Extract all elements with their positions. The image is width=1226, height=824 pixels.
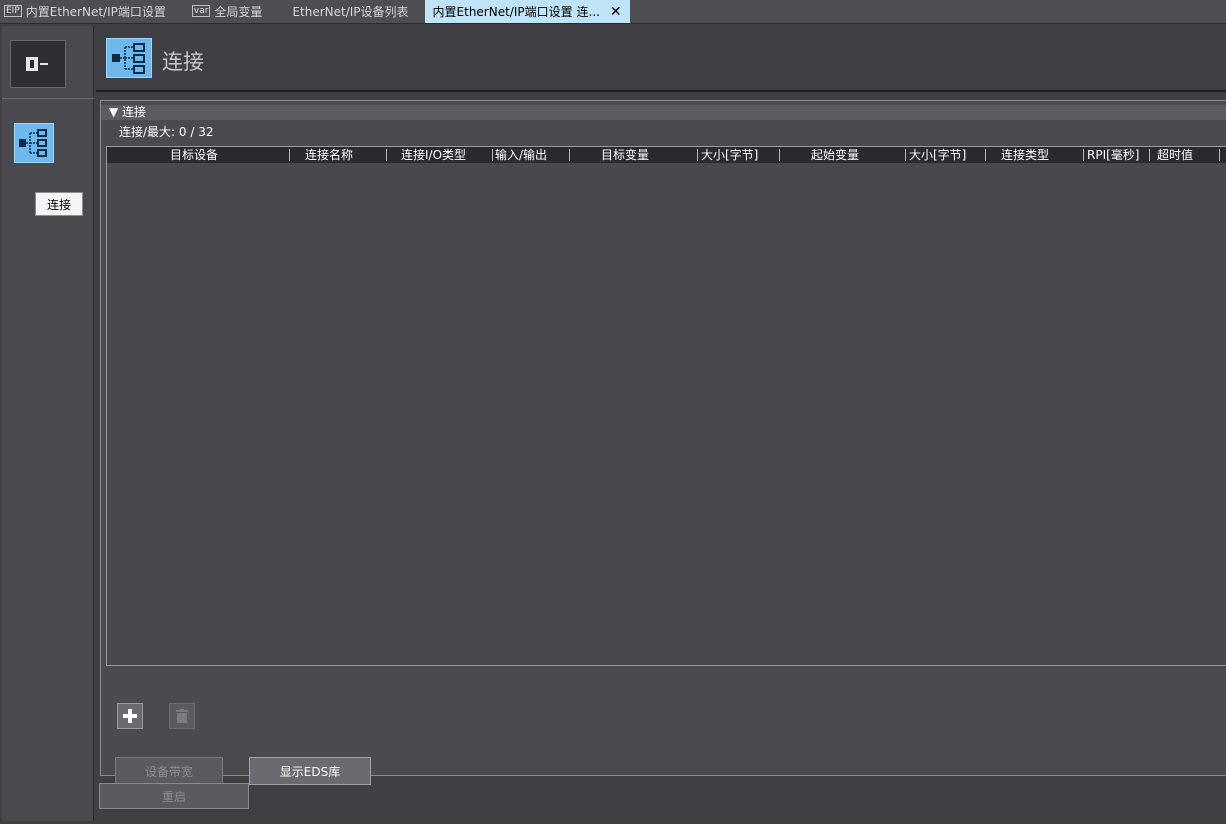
restart-button[interactable]: 重启 [99, 783, 249, 809]
close-icon[interactable]: ✕ [610, 4, 622, 20]
col-separator[interactable] [1083, 149, 1084, 161]
connection-tree-icon [106, 38, 152, 78]
col-connection-type[interactable]: 连接类型 [1001, 147, 1049, 163]
col-separator[interactable] [289, 149, 290, 161]
page-title: 连接 [162, 50, 204, 74]
col-separator[interactable] [1219, 149, 1220, 161]
col-separator[interactable] [697, 149, 698, 161]
section-header[interactable]: ▼ 连接 [101, 105, 1226, 120]
connection-count: 连接/最大: 0 / 32 [119, 125, 214, 139]
tab-label: 全局变量 [214, 4, 263, 19]
port-settings-nav-button[interactable] [10, 40, 66, 88]
connection-tooltip: 连接 [35, 192, 83, 216]
tab-global-variables[interactable]: var 全局变量 [184, 0, 271, 23]
connection-panel: ▼ 连接 连接/最大: 0 / 32 目标设备 连接名称 连接I/O类型 输入/… [100, 100, 1226, 785]
section-title: ▼ 连接 [109, 105, 147, 119]
page-header: 连接 [96, 26, 1226, 92]
document-tab-bar: EIP 内置EtherNet/IP端口设置 var 全局变量 EtherNet/… [0, 0, 1226, 24]
col-connection-io-type[interactable]: 连接I/O类型 [401, 147, 466, 163]
trash-icon [176, 709, 188, 723]
tab-label: 内置EtherNet/IP端口设置 连... [432, 5, 600, 19]
show-eds-library-button[interactable]: 显示EDS库 [249, 757, 371, 785]
col-separator[interactable] [569, 149, 570, 161]
device-bandwidth-button[interactable]: 设备带宽 [115, 757, 223, 785]
add-connection-button[interactable] [117, 703, 143, 729]
connection-table[interactable]: 目标设备 连接名称 连接I/O类型 输入/输出 目标变量 大小[字节] 起始变量… [106, 146, 1226, 666]
col-size-bytes[interactable]: 大小[字节] [701, 147, 758, 163]
col-separator[interactable] [905, 149, 906, 161]
col-size-bytes-2[interactable]: 大小[字节] [909, 147, 966, 163]
sidebar-divider [2, 98, 94, 99]
col-target-device[interactable]: 目标设备 [170, 147, 218, 163]
col-rpi-ms[interactable]: RPI[毫秒] [1087, 147, 1139, 163]
col-separator[interactable] [985, 149, 986, 161]
tab-ethernet-ip-port-connection[interactable]: 内置EtherNet/IP端口设置 连... ✕ [424, 0, 630, 23]
eip-icon: EIP [4, 5, 22, 17]
col-connection-name[interactable]: 连接名称 [305, 147, 353, 163]
col-input-output[interactable]: 输入/输出 [495, 147, 547, 163]
connection-tree-icon [19, 129, 47, 157]
col-separator[interactable] [1149, 149, 1150, 161]
plus-icon [123, 709, 137, 723]
tab-label: 内置EtherNet/IP端口设置 [25, 4, 166, 19]
col-timeout[interactable]: 超时值 [1157, 147, 1193, 163]
delete-connection-button[interactable] [169, 703, 195, 729]
table-header: 目标设备 连接名称 连接I/O类型 输入/输出 目标变量 大小[字节] 起始变量… [107, 147, 1226, 163]
col-separator[interactable] [492, 149, 493, 161]
sidebar: 连接 [2, 26, 94, 821]
tab-label: EtherNet/IP设备列表 [292, 4, 409, 19]
col-separator[interactable] [779, 149, 780, 161]
var-icon: var [191, 5, 211, 17]
col-separator[interactable] [386, 149, 387, 161]
tab-ethernet-ip-device-list[interactable]: EtherNet/IP设备列表 [284, 0, 416, 23]
col-start-variable[interactable]: 起始变量 [811, 147, 859, 163]
workspace: 连接 连接 ▼ 连接 连接/最大: 0 / 32 目标设备 连接名称 连接I/O… [0, 24, 1226, 824]
port-icon [26, 57, 48, 71]
connection-nav-button[interactable] [14, 123, 54, 163]
col-target-variable[interactable]: 目标变量 [601, 147, 649, 163]
tab-ethernet-ip-port-settings[interactable]: EIP 内置EtherNet/IP端口设置 [0, 0, 174, 23]
